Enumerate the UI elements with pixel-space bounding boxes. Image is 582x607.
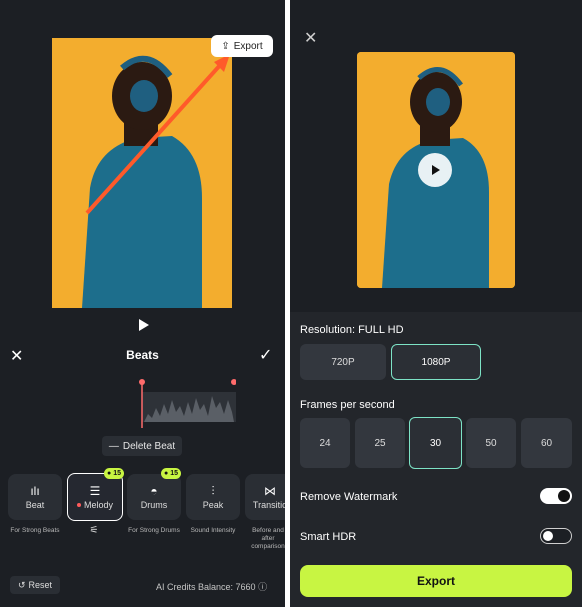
credit-badge: ● 15 [104,468,125,479]
resolution-1080p[interactable]: 1080P [391,344,481,380]
beats-header: ✕ Beats ✓ [0,342,285,370]
minus-icon: — [108,440,119,452]
fps-label: Frames per second [300,399,395,411]
close-icon[interactable]: ✕ [304,28,317,48]
tool-melody[interactable]: ● 15 ☰ Melody [67,468,125,521]
beat-icon: ılı [30,483,40,498]
fps-30[interactable]: 30 [409,417,462,469]
info-icon: ⓘ [258,582,268,592]
credits-balance: AI Credits Balance: 7660 ⓘ [156,582,268,592]
tool-transition[interactable]: ⋈ Transitio [245,474,285,520]
beat-marker [139,379,145,385]
export-button[interactable]: Export [300,565,572,597]
beat-timeline[interactable] [138,378,237,428]
tool-peak[interactable]: ⫶ Peak [186,474,240,520]
reset-label: Reset [28,580,53,590]
tool-drums[interactable]: ● 15 ◓ Drums [127,468,182,520]
delete-beat-label: Delete Beat [122,440,176,452]
tool-desc: For Strong Drums [128,527,180,534]
fps-25[interactable]: 25 [355,418,405,468]
tool-label: Beat [25,499,45,510]
play-button[interactable] [418,153,452,187]
remove-watermark-toggle[interactable] [540,488,572,504]
resolution-720p[interactable]: 720P [300,344,386,380]
video-preview[interactable] [52,38,232,308]
tool-label: Melody [76,500,113,510]
tool-desc: For Strong Beats [10,527,60,534]
transition-icon: ⋈ [264,483,276,498]
play-icon[interactable] [136,318,150,332]
fps-50[interactable]: 50 [466,418,516,468]
delete-beat-button[interactable]: — Delete Beat [102,436,182,456]
coin-icon: ● [164,470,169,477]
smart-hdr-toggle[interactable] [540,528,572,544]
credit-badge: ● 15 [161,468,182,479]
confirm-icon[interactable]: ✓ [259,345,272,365]
badge-count: 15 [113,470,122,477]
adjust-icon[interactable]: ⚟ [67,526,121,536]
tool-desc: Sound Intensity [190,527,236,534]
drums-icon: ◓ [150,483,158,498]
export-settings-panel: ✕ Resolution: FULL HD 720P 1080P Frames … [290,0,582,607]
tool-label: Transitio [252,499,285,510]
fps-60[interactable]: 60 [521,418,572,468]
remove-watermark-label: Remove Watermark [300,491,398,503]
tool-label: Peak [202,499,224,510]
export-label: Export [233,40,263,52]
peak-icon: ⫶ [211,483,215,498]
tool-label: Drums [140,499,168,510]
portrait-illustration [52,38,232,308]
coin-icon: ● [107,470,112,477]
upload-icon: ⇪ [221,40,230,52]
resolution-label: Resolution: FULL HD [300,324,404,336]
tool-desc: Before and after comparison [251,527,285,550]
smart-hdr-label: Smart HDR [300,531,357,543]
beats-editor-panel: ⇪ Export ✕ Beats ✓ — Delete Beat ılı Bea… [0,0,285,607]
play-icon [432,165,440,175]
fps-24[interactable]: 24 [300,418,350,468]
reset-button[interactable]: ↺ Reset [10,576,60,594]
reset-icon: ↺ [17,579,26,590]
badge-count: 15 [170,470,179,477]
beat-marker [231,379,237,385]
tool-beat[interactable]: ılı Beat [8,474,62,520]
beats-title: Beats [126,348,159,362]
export-button[interactable]: ⇪ Export [211,35,273,57]
melody-icon: ☰ [89,483,101,498]
